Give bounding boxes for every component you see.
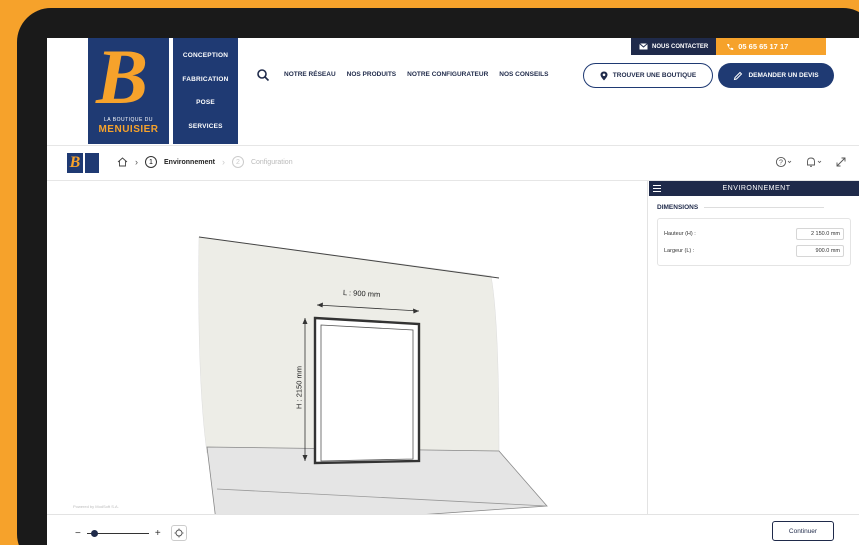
service-menu: CONCEPTION FABRICATION POSE SERVICES: [173, 38, 238, 144]
menu-icon[interactable]: [649, 185, 664, 192]
height-label: Hauteur (H) :: [664, 230, 696, 237]
step1-number: 1: [145, 156, 157, 168]
width-input[interactable]: 900.0 mm: [796, 244, 844, 257]
target-icon: [174, 528, 184, 538]
nav-configurateur[interactable]: NOTRE CONFIGURATEUR: [407, 71, 488, 78]
height-input[interactable]: 2 150.0 mm: [796, 227, 844, 240]
logo-letter: B: [96, 38, 149, 120]
section-divider: [704, 207, 825, 208]
service-pose[interactable]: POSE: [196, 99, 215, 106]
main-nav: NOTRE RÉSEAU NOS PRODUITS NOTRE CONFIGUR…: [284, 71, 548, 78]
width-dimension-label: L : 900 mm: [342, 288, 381, 299]
search-icon[interactable]: [256, 68, 270, 82]
height-dimension-label: H : 2150 mm: [294, 366, 304, 409]
dimensions-box: Hauteur (H) : 2 150.0 mm Largeur (L) : 9…: [657, 218, 851, 266]
mail-icon: [639, 43, 648, 50]
continue-button[interactable]: Continuer: [772, 521, 834, 541]
powered-by-text: Powered by ModSoft S.A.: [73, 504, 119, 509]
service-services[interactable]: SERVICES: [188, 123, 222, 130]
home-icon[interactable]: [117, 157, 128, 167]
help-icon[interactable]: ?: [775, 156, 793, 168]
nav-produits[interactable]: NOS PRODUITS: [347, 71, 396, 78]
chevron-right-icon: ›: [135, 157, 138, 167]
logo-small-text: LA BOUTIQUE DU: [104, 117, 153, 123]
contact-button[interactable]: NOUS CONTACTER: [631, 38, 717, 55]
nav-reseau[interactable]: NOTRE RÉSEAU: [284, 71, 336, 78]
fullscreen-icon[interactable]: [835, 156, 847, 168]
panel-header: ENVIRONNEMENT: [649, 181, 859, 196]
width-label: Largeur (L) :: [664, 247, 695, 254]
bell-icon[interactable]: [805, 156, 823, 168]
service-fabrication[interactable]: FABRICATION: [182, 76, 228, 83]
breadcrumb-step-environnement[interactable]: Environnement: [164, 159, 215, 166]
chevron-right-icon: ›: [221, 157, 225, 167]
zoom-in-button[interactable]: +: [155, 528, 161, 539]
height-row: Hauteur (H) : 2 150.0 mm: [664, 225, 844, 242]
section-dimensions-label: DIMENSIONS: [657, 204, 699, 211]
svg-text:?: ?: [779, 159, 783, 166]
breadcrumb-step-configuration[interactable]: Configuration: [251, 159, 293, 166]
configurator-toolbar: B › 1 Environnement › 2 Configuration ?: [47, 145, 859, 181]
service-conception[interactable]: CONCEPTION: [183, 52, 228, 59]
panel-title: ENVIRONNEMENT: [722, 185, 791, 192]
bottom-bar: − + Continuer: [47, 514, 859, 545]
zoom-control: − +: [75, 525, 187, 541]
scene-canvas[interactable]: L : 900 mm H : 2150 mm Powered by ModSof…: [47, 181, 648, 514]
zoom-slider-knob[interactable]: [91, 529, 99, 537]
breadcrumb: › 1 Environnement › 2 Configuration: [117, 156, 293, 168]
request-quote-label: DEMANDER UN DEVIS: [748, 72, 819, 79]
find-store-button[interactable]: TROUVER UNE BOUTIQUE: [583, 63, 713, 88]
zoom-slider[interactable]: [86, 529, 149, 537]
request-quote-button[interactable]: DEMANDER UN DEVIS: [718, 63, 834, 88]
phone-icon: [727, 43, 734, 50]
find-store-label: TROUVER UNE BOUTIQUE: [612, 72, 697, 79]
scene-drawing: [198, 236, 548, 514]
phone-number: 05 65 65 17 17: [738, 42, 789, 51]
contact-bar: NOUS CONTACTER 05 65 65 17 17: [631, 38, 827, 55]
zoom-out-button[interactable]: −: [75, 528, 81, 539]
screen: B LA BOUTIQUE DU MENUISIER CONCEPTION FA…: [47, 38, 859, 545]
map-pin-icon: [600, 71, 608, 80]
pencil-icon: [734, 71, 743, 80]
mini-logo-secondary: [85, 153, 99, 173]
toolbar-actions: ?: [775, 156, 847, 168]
width-row: Largeur (L) : 900.0 mm: [664, 242, 844, 259]
recenter-button[interactable]: [170, 525, 187, 541]
mini-logo[interactable]: B: [67, 153, 83, 173]
site-header: B LA BOUTIQUE DU MENUISIER CONCEPTION FA…: [47, 38, 859, 145]
nav-conseils[interactable]: NOS CONSEILS: [499, 71, 548, 78]
phone-button[interactable]: 05 65 65 17 17: [716, 38, 827, 55]
logo-big-text: MENUISIER: [98, 124, 159, 135]
brand-logo[interactable]: B LA BOUTIQUE DU MENUISIER: [88, 38, 169, 144]
section-dimensions: DIMENSIONS: [657, 204, 859, 211]
contact-label: NOUS CONTACTER: [652, 43, 709, 50]
environment-panel: ENVIRONNEMENT DIMENSIONS Hauteur (H) : 2…: [649, 181, 859, 514]
step2-number: 2: [231, 156, 244, 168]
